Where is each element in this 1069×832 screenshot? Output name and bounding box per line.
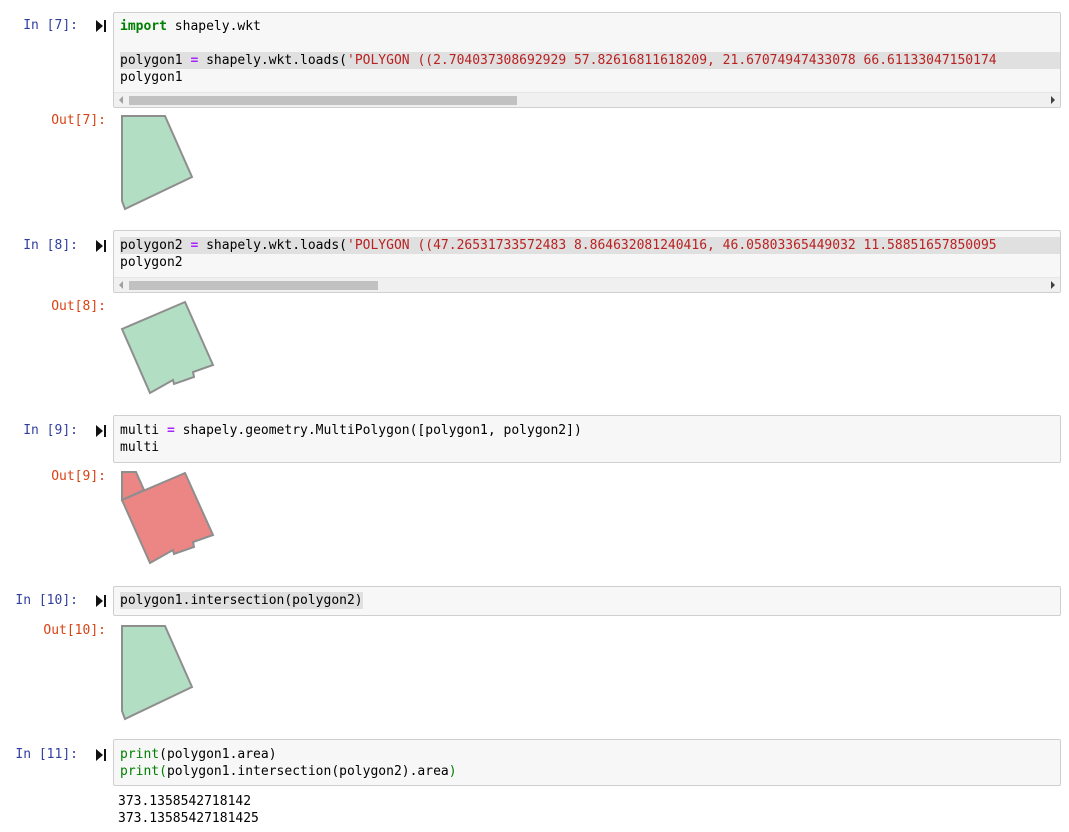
code-cell[interactable]: multi = shapely.geometry.MultiPolygon([p…	[113, 415, 1061, 463]
horizontal-scrollbar[interactable]	[114, 277, 1060, 292]
out-prompt: Out[9]:	[51, 469, 106, 484]
stdout-line: 373.13585427181425	[118, 811, 259, 826]
code-line: polygon2 = shapely.wkt.loads('POLYGON ((…	[120, 237, 1060, 254]
run-cell-icon[interactable]	[96, 425, 106, 437]
scroll-left-icon[interactable]	[119, 281, 123, 289]
code-line: polygon1.intersection(polygon2)	[120, 592, 363, 609]
in-prompt: In [9]:	[23, 423, 78, 438]
scroll-left-icon[interactable]	[119, 96, 123, 104]
code-line: import shapely.wkt	[120, 19, 261, 34]
horizontal-scrollbar[interactable]	[114, 92, 1060, 107]
scroll-right-icon[interactable]	[1051, 96, 1055, 104]
code-cell[interactable]: polygon1.intersection(polygon2)	[113, 586, 1061, 616]
code-line: polygon1 = shapely.wkt.loads('POLYGON ((…	[120, 52, 1060, 69]
in-prompt: In [11]:	[15, 747, 78, 762]
scrollbar-thumb[interactable]	[129, 96, 517, 105]
out-prompt: Out[8]:	[51, 299, 106, 314]
polygon-output	[120, 300, 215, 395]
code-line: polygon1	[120, 70, 183, 85]
code-line: print(polygon1.area)	[120, 747, 277, 762]
in-prompt: In [10]:	[15, 593, 78, 608]
code-line: multi = shapely.geometry.MultiPolygon([p…	[120, 423, 582, 438]
stdout-line: 373.1358542718142	[118, 794, 252, 809]
code-line: multi	[120, 440, 160, 455]
code-cell[interactable]: import shapely.wkt polygon1 = shapely.wk…	[113, 12, 1061, 108]
out-prompt: Out[10]:	[43, 623, 106, 638]
code-line: print(polygon1.intersection(polygon2).ar…	[120, 764, 457, 779]
code-line: polygon2	[120, 255, 183, 270]
run-cell-icon[interactable]	[96, 595, 106, 607]
code-cell[interactable]: print(polygon1.area) print(polygon1.inte…	[113, 739, 1061, 786]
code-cell[interactable]: polygon2 = shapely.wkt.loads('POLYGON ((…	[113, 230, 1061, 293]
scrollbar-thumb[interactable]	[129, 281, 378, 290]
in-prompt: In [8]:	[23, 238, 78, 253]
polygon2-shape	[120, 300, 215, 395]
polygon1-shape	[121, 115, 194, 211]
polygon-output	[121, 625, 194, 721]
scroll-right-icon[interactable]	[1051, 281, 1055, 289]
multipolygon-output	[120, 471, 215, 565]
run-cell-icon[interactable]	[96, 749, 106, 761]
run-cell-icon[interactable]	[96, 240, 106, 252]
intersection-shape	[121, 625, 194, 721]
in-prompt: In [7]:	[23, 18, 78, 33]
polygon-output	[121, 115, 194, 211]
run-cell-icon[interactable]	[96, 20, 106, 32]
out-prompt: Out[7]:	[51, 113, 106, 128]
